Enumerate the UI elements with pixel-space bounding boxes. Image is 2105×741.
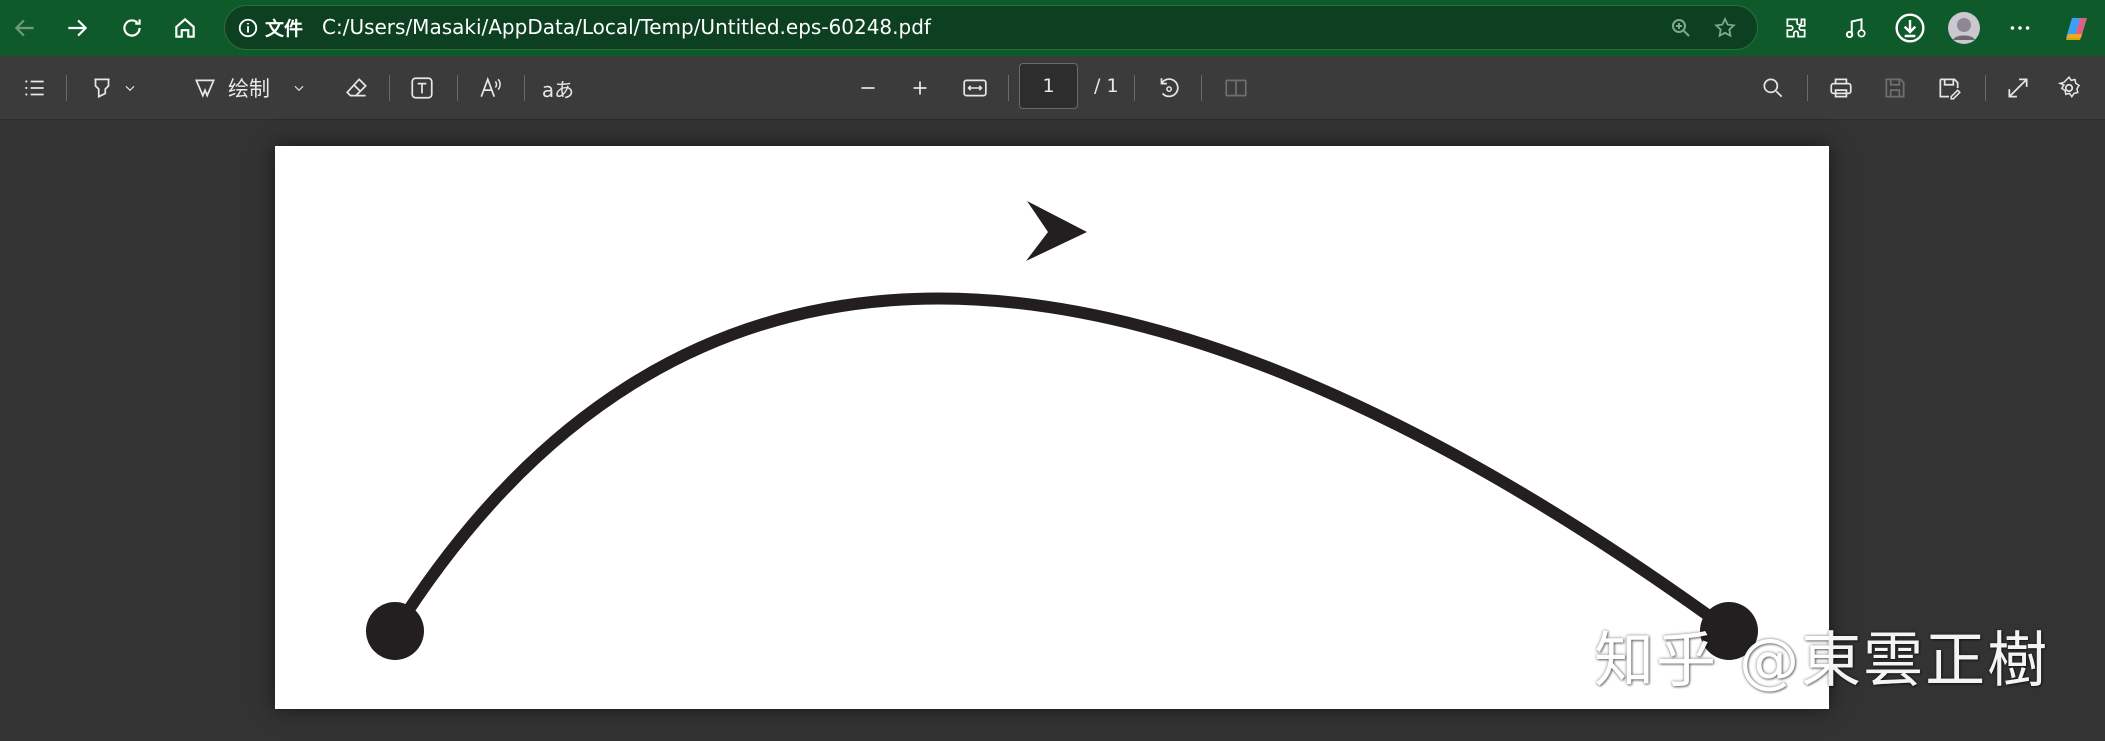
download-button[interactable] bbox=[1891, 9, 1929, 47]
draw-icon bbox=[195, 79, 215, 98]
list-icon bbox=[25, 80, 44, 96]
draw-label: 绘制 bbox=[228, 77, 270, 101]
separator bbox=[389, 75, 390, 101]
print-button[interactable] bbox=[1823, 68, 1859, 108]
back-icon bbox=[14, 19, 34, 37]
profile-avatar bbox=[1948, 12, 1980, 44]
separator bbox=[1201, 75, 1202, 101]
more-icon bbox=[2010, 26, 2030, 30]
rotate-icon bbox=[1160, 78, 1179, 98]
profile-button[interactable] bbox=[1945, 9, 1983, 47]
copilot-icon bbox=[2066, 18, 2087, 40]
back-button[interactable] bbox=[6, 9, 44, 47]
minus-icon bbox=[861, 87, 875, 89]
separator bbox=[1134, 75, 1135, 101]
extensions-button[interactable] bbox=[1777, 9, 1815, 47]
zoom-icon bbox=[1672, 19, 1690, 37]
print-icon bbox=[1830, 78, 1852, 98]
search-icon bbox=[1763, 78, 1783, 98]
separator bbox=[1008, 75, 1009, 101]
browser-titlebar: 文件 C:/Users/Masaki/AppData/Local/Temp/Un… bbox=[0, 0, 2105, 56]
page-total: / 1 bbox=[1094, 75, 1119, 97]
zoom-button[interactable] bbox=[1667, 14, 1695, 42]
fit-width-icon bbox=[963, 79, 987, 97]
media-icon bbox=[1845, 18, 1866, 39]
highlight-button[interactable] bbox=[82, 68, 144, 108]
translate-button[interactable]: aあ bbox=[540, 68, 576, 108]
fullscreen-button[interactable] bbox=[2000, 68, 2036, 108]
chevron-down-icon bbox=[294, 85, 304, 92]
expand-icon bbox=[2008, 78, 2028, 98]
site-info-button[interactable]: 文件 bbox=[237, 6, 303, 49]
address-prefix: 文件 bbox=[265, 18, 304, 40]
separator bbox=[457, 75, 458, 101]
read-aloud-button[interactable] bbox=[474, 68, 508, 108]
find-button[interactable] bbox=[1755, 68, 1791, 108]
two-page-icon bbox=[1225, 79, 1247, 97]
chevron-down-icon bbox=[125, 85, 135, 92]
eraser-icon bbox=[346, 78, 367, 97]
separator bbox=[524, 75, 525, 101]
separator bbox=[1807, 75, 1808, 101]
favorite-star-icon bbox=[1714, 16, 1736, 38]
media-button[interactable] bbox=[1836, 9, 1874, 47]
draw-button[interactable]: 绘制 bbox=[185, 68, 313, 108]
text-box-icon bbox=[411, 77, 433, 99]
watermark-text: 知乎 @東雲正樹 bbox=[1594, 626, 2050, 696]
home-icon bbox=[175, 17, 195, 38]
forward-icon bbox=[68, 19, 88, 37]
translate-icon: aあ bbox=[541, 77, 575, 102]
forward-button[interactable] bbox=[58, 9, 96, 47]
copilot-button[interactable] bbox=[2057, 9, 2095, 47]
refresh-button[interactable] bbox=[113, 9, 151, 47]
arc-path bbox=[389, 292, 1734, 636]
add-text-button[interactable] bbox=[405, 68, 439, 108]
url-text[interactable]: C:/Users/Masaki/AppData/Local/Temp/Untit… bbox=[322, 6, 931, 49]
zoom-in-button[interactable] bbox=[903, 68, 937, 108]
save-as-icon bbox=[1939, 78, 1961, 100]
gear-icon bbox=[2057, 75, 2081, 99]
separator bbox=[66, 75, 67, 101]
zoom-out-button[interactable] bbox=[851, 68, 885, 108]
contents-button[interactable] bbox=[18, 68, 52, 108]
rotate-button[interactable] bbox=[1150, 68, 1186, 108]
save-icon bbox=[1885, 78, 1905, 98]
erase-button[interactable] bbox=[340, 68, 374, 108]
highlighter-icon bbox=[94, 78, 110, 99]
extensions-icon bbox=[1786, 18, 1806, 38]
plus-icon bbox=[913, 81, 927, 95]
favorite-button[interactable] bbox=[1711, 14, 1739, 42]
page-view-button bbox=[1218, 68, 1254, 108]
save-button bbox=[1877, 68, 1913, 108]
more-button[interactable] bbox=[2001, 9, 2039, 47]
refresh-icon bbox=[123, 19, 141, 37]
info-icon bbox=[238, 18, 258, 37]
read-aloud-icon bbox=[480, 76, 501, 97]
home-button[interactable] bbox=[166, 9, 204, 47]
save-as-button[interactable] bbox=[1931, 68, 1967, 108]
address-bar[interactable]: 文件 C:/Users/Masaki/AppData/Local/Temp/Un… bbox=[224, 5, 1758, 50]
pdf-toolbar: 绘制 aあ 1 / 1 bbox=[0, 56, 2105, 120]
separator bbox=[1985, 75, 1986, 101]
download-icon bbox=[1895, 13, 1925, 43]
start-point bbox=[366, 602, 424, 660]
arc-arrowhead bbox=[1026, 201, 1087, 261]
fit-width-button[interactable] bbox=[957, 68, 993, 108]
page-number-input[interactable]: 1 bbox=[1019, 63, 1078, 109]
settings-button[interactable] bbox=[2051, 68, 2087, 108]
